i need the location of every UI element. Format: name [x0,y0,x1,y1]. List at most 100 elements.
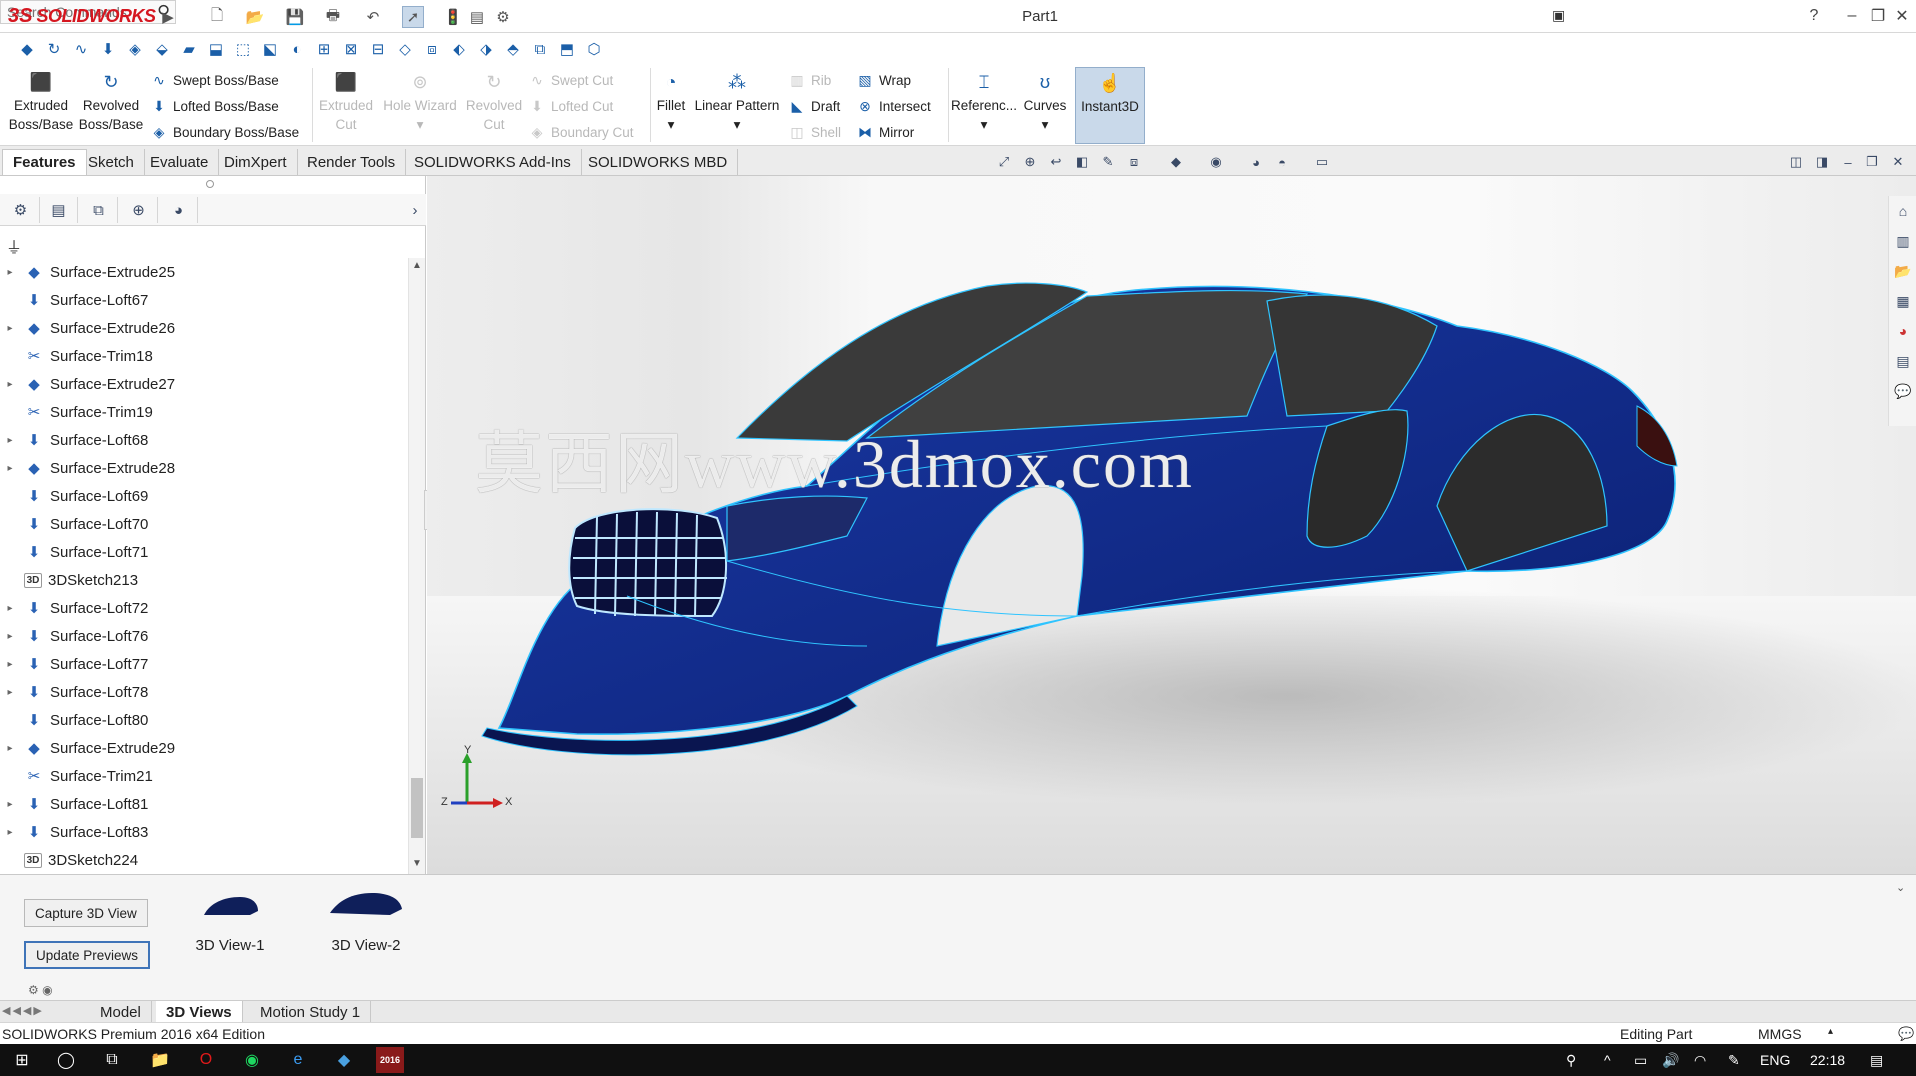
delete-hole-icon[interactable]: ⧉ [529,38,551,60]
tree-node[interactable]: ▸ ⬇ Surface-Loft68 [0,426,408,454]
revolved-boss-button[interactable]: ↻ Revolved Boss/Base [78,70,144,134]
feature-manager-tab-icon[interactable]: ⚙ [2,197,40,223]
select-cursor-icon[interactable]: ➚ [402,6,424,28]
options-gear-icon[interactable]: ⚙ [492,6,514,28]
file-explorer-icon[interactable]: 📂 [1893,260,1913,282]
update-previews-button[interactable]: Update Previews [24,941,151,969]
reference-dropdown-icon[interactable]: ▾ [981,115,988,134]
extend-surface-icon[interactable]: ⊞ [313,38,335,60]
expand-arrow-icon[interactable]: ▸ [0,435,20,446]
3d-view-2-thumbnail[interactable]: 3D View-2 [326,885,406,954]
tree-node[interactable]: ⬇ Surface-Loft80 [0,706,408,734]
display-style-icon[interactable]: ◆ [1166,152,1186,172]
draft-button[interactable]: ◣ Draft [788,94,841,118]
view-palette-icon[interactable]: ▦ [1893,290,1913,312]
units-selector[interactable]: MMGS [1758,1026,1802,1042]
view-settings-small-icon[interactable]: ⚙ ◉ [28,983,53,997]
ruled-surface-icon[interactable]: ⬕ [259,38,281,60]
restore-window-icon[interactable]: ❐ [1866,4,1890,28]
freeform-icon[interactable]: ⬓ [205,38,227,60]
untrim-surface-icon[interactable]: ⊟ [367,38,389,60]
extruded-cut-button[interactable]: ⬛ Extruded Cut [316,70,376,134]
edge-browser-icon[interactable]: e [284,1047,312,1073]
clock[interactable]: 22:18 [1810,1052,1845,1068]
expand-arrow-icon[interactable]: ▸ [0,379,20,390]
revolved-surface-icon[interactable]: ↻ [43,38,65,60]
solidworks-resources-icon[interactable]: ⌂ [1893,200,1913,222]
tree-node[interactable]: ▸ ⬇ Surface-Loft78 [0,678,408,706]
doc-restore-icon[interactable]: ❐ [1862,152,1882,172]
view-orientation-icon[interactable]: ⧈ [1124,152,1144,172]
previous-view-icon[interactable]: ↩ [1046,152,1066,172]
quick-tips-icon[interactable]: 💬 [1898,1026,1914,1042]
design-library-icon[interactable]: ▥ [1893,230,1913,252]
tree-node[interactable]: ▸ ⬇ Surface-Loft76 [0,622,408,650]
tab-motion-study-1[interactable]: Motion Study 1 [250,1001,372,1023]
tab-solidworks-add-ins[interactable]: SOLIDWORKS Add-Ins [404,149,582,175]
cortana-search-icon[interactable]: ◯ [52,1047,80,1073]
filter-icon[interactable]: ⏚ [6,234,22,258]
display-manager-tab-icon[interactable]: ◕ [160,197,198,223]
language-indicator[interactable]: ENG [1760,1052,1790,1068]
swept-surface-icon[interactable]: ∿ [70,38,92,60]
linear-pattern-button[interactable]: ⁂ Linear Pattern ▾ [692,70,782,134]
lofted-boss-button[interactable]: ⬇ Lofted Boss/Base [150,94,279,118]
panel-handle[interactable] [206,180,214,188]
tile-horizontal-icon[interactable]: ◨ [1812,152,1832,172]
notifications-icon[interactable]: ▤ [1870,1052,1883,1069]
tree-node[interactable]: ▸ ⬇ Surface-Loft72 [0,594,408,622]
dimxpert-manager-tab-icon[interactable]: ⊕ [120,197,158,223]
opera-browser-icon[interactable]: O [192,1047,220,1073]
hole-wizard-dropdown-icon[interactable]: ▾ [417,115,424,134]
tile-vertical-icon[interactable]: ◫ [1786,152,1806,172]
tree-node[interactable]: 3D 3DSketch224 [0,846,408,874]
wifi-icon[interactable]: ◠ [1694,1052,1706,1069]
planar-surface-icon[interactable]: ▰ [178,38,200,60]
move-face-icon[interactable]: ⬒ [556,38,578,60]
extruded-surface-icon[interactable]: ◆ [16,38,38,60]
doc-minimize-icon[interactable]: – [1838,152,1858,172]
expand-arrow-icon[interactable]: ▸ [0,687,20,698]
boundary-cut-button[interactable]: ◈ Boundary Cut [528,120,634,144]
zoom-to-area-icon[interactable]: ⊕ [1020,152,1040,172]
tree-node[interactable]: ⬇ Surface-Loft67 [0,286,408,314]
spotify-icon[interactable]: ◉ [238,1047,266,1073]
swept-cut-button[interactable]: ∿ Swept Cut [528,68,613,92]
view-settings-icon[interactable]: ▭ [1312,152,1332,172]
scroll-thumb[interactable] [411,778,423,838]
tab-scroll-arrows-icon[interactable]: ◀◀◀▶ [2,1004,44,1017]
expand-arrow-icon[interactable]: ▸ [0,659,20,670]
tree-node[interactable]: ▸ ⬇ Surface-Loft83 [0,818,408,846]
tree-node[interactable]: ⬇ Surface-Loft70 [0,510,408,538]
3d-view-1-thumbnail[interactable]: 3D View-1 [190,889,270,954]
people-icon[interactable]: ⚲ [1566,1052,1576,1069]
appearances-icon[interactable]: ◕ [1893,320,1913,342]
app-shortcut-icon[interactable]: ◆ [330,1047,358,1073]
undo-icon[interactable]: ↶ [362,6,384,28]
filled-surface-icon[interactable]: ⬙ [151,38,173,60]
edit-appearance-icon[interactable]: ◕ [1246,152,1266,172]
zoom-to-fit-icon[interactable]: ⤢ [994,152,1014,172]
pen-icon[interactable]: ✎ [1728,1052,1740,1069]
tab-render-tools[interactable]: Render Tools [297,149,407,175]
delete-face-icon[interactable]: ⬗ [475,38,497,60]
tree-node[interactable]: ▸ ◆ Surface-Extrude26 [0,314,408,342]
tree-node[interactable]: ▸ ◆ Surface-Extrude29 [0,734,408,762]
reference-geometry-button[interactable]: ⌶ Referenc... ▾ [951,70,1017,134]
solidworks-taskbar-icon[interactable]: 2016 [376,1047,404,1073]
tree-node[interactable]: 3D 3DSketch213 [0,566,408,594]
tab-dimxpert[interactable]: DimXpert [214,149,298,175]
volume-icon[interactable]: 🔊 [1662,1052,1679,1069]
thicken-icon[interactable]: ⧈ [421,38,443,60]
solidworks-logo[interactable]: 3S SOLIDWORKS [8,2,156,31]
tab-solidworks-mbd[interactable]: SOLIDWORKS MBD [578,149,739,175]
custom-properties-icon[interactable]: ▤ [1893,350,1913,372]
expand-arrow-icon[interactable]: ▸ [0,631,20,642]
hide-show-items-icon[interactable]: ◉ [1206,152,1226,172]
linear-pattern-dropdown-icon[interactable]: ▾ [734,115,741,134]
offset-surface-icon[interactable]: ⬚ [232,38,254,60]
task-view-icon[interactable]: ⧉ [98,1047,126,1073]
tree-node[interactable]: ⬇ Surface-Loft69 [0,482,408,510]
print-icon[interactable]: 🖶 [322,6,344,28]
units-dropdown-icon[interactable]: ▴ [1828,1026,1833,1037]
